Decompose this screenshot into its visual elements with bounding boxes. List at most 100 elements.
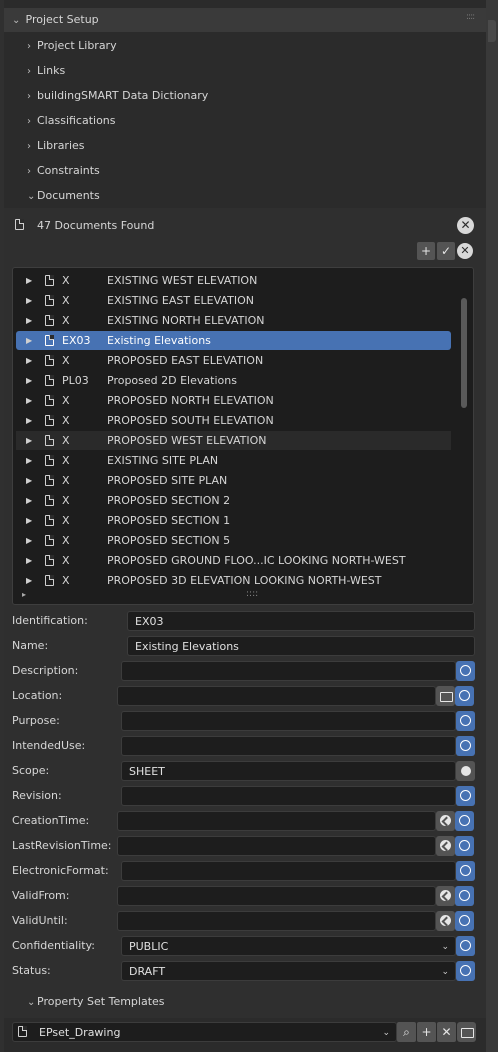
expand-triangle-icon[interactable]: ▶	[26, 271, 32, 290]
document-name: PROPOSED NORTH ELEVATION	[107, 394, 274, 407]
list-item[interactable]: ▶ X PROPOSED SITE PLAN	[16, 471, 451, 490]
expand-triangle-icon[interactable]: ▶	[26, 551, 32, 570]
list-item[interactable]: ▶ X PROPOSED NORTH ELEVATION	[16, 391, 451, 410]
expand-triangle-icon[interactable]: ▶	[26, 411, 32, 430]
search-button[interactable]: ⌕	[397, 1022, 416, 1042]
circle-toggle-icon[interactable]	[456, 961, 475, 981]
expand-triangle-icon[interactable]: ▶	[26, 371, 32, 390]
expand-arrow-icon[interactable]: ▸	[22, 590, 26, 599]
list-item[interactable]: ▶ X PROPOSED EAST ELEVATION	[16, 351, 451, 370]
panel-scroll-strip[interactable]	[486, 0, 498, 1052]
list-item[interactable]: ▶ EX03 Existing Elevations	[16, 331, 451, 350]
list-item[interactable]: ▶ PL03 Proposed 2D Elevations	[16, 371, 451, 390]
add-pset-button[interactable]: +	[417, 1022, 436, 1042]
subpanel-constraints[interactable]: › Constraints	[27, 164, 100, 177]
expand-triangle-icon[interactable]: ▶	[26, 291, 32, 310]
expand-triangle-icon[interactable]: ▶	[26, 511, 32, 530]
clock-icon[interactable]	[436, 886, 455, 906]
drag-grip-icon[interactable]: ::::	[466, 12, 475, 22]
circle-toggle-icon[interactable]	[456, 936, 475, 956]
intended-use-field[interactable]	[121, 736, 456, 756]
filled-circle-icon[interactable]	[456, 761, 475, 781]
confidentiality-field[interactable]: PUBLIC ⌄	[121, 936, 456, 956]
confirm-button[interactable]: ✓	[437, 242, 455, 260]
valid-from-field[interactable]	[117, 886, 436, 906]
clock-icon[interactable]	[436, 911, 455, 931]
clock-icon[interactable]	[436, 811, 455, 831]
circle-toggle-icon[interactable]	[455, 886, 474, 906]
expand-triangle-icon[interactable]: ▶	[26, 571, 32, 590]
circle-toggle-icon[interactable]	[455, 836, 474, 856]
expand-triangle-icon[interactable]: ▶	[26, 351, 32, 370]
name-field[interactable]: Existing Elevations	[127, 636, 475, 656]
clock-icon[interactable]	[436, 836, 455, 856]
expand-triangle-icon[interactable]: ▶	[26, 491, 32, 510]
list-item[interactable]: ▶ X PROPOSED SECTION 5	[16, 531, 451, 550]
document-icon	[45, 495, 54, 506]
expand-triangle-icon[interactable]: ▶	[26, 311, 32, 330]
expand-triangle-icon[interactable]: ▶	[26, 451, 32, 470]
electronic-format-label: ElectronicFormat:	[12, 864, 109, 877]
chevron-down-icon: ⌄	[382, 1028, 390, 1038]
creation-time-field[interactable]	[117, 811, 436, 831]
document-icon	[45, 295, 54, 306]
subpanel-project-library[interactable]: › Project Library	[27, 39, 117, 52]
cancel-button[interactable]: ✕	[457, 243, 473, 259]
list-scrollbar[interactable]	[461, 298, 467, 408]
list-item[interactable]: ▶ X PROPOSED SOUTH ELEVATION	[16, 411, 451, 430]
status-field[interactable]: DRAFT ⌄	[121, 961, 456, 981]
revision-field[interactable]	[121, 786, 456, 806]
folder-icon[interactable]	[436, 686, 455, 706]
electronic-format-field[interactable]	[121, 861, 456, 881]
list-item[interactable]: ▶ X PROPOSED GROUND FLOO...IC LOOKING NORT…	[16, 551, 451, 570]
circle-toggle-icon[interactable]	[455, 686, 474, 706]
circle-toggle-icon[interactable]	[456, 861, 475, 881]
chevron-down-icon: ⌄	[27, 997, 36, 1008]
subpanel-libraries[interactable]: › Libraries	[27, 139, 85, 152]
expand-triangle-icon[interactable]: ▶	[26, 471, 32, 490]
list-item[interactable]: ▶ X EXISTING SITE PLAN	[16, 451, 451, 470]
expand-triangle-icon[interactable]: ▶	[26, 391, 32, 410]
circle-toggle-icon[interactable]	[456, 661, 475, 681]
list-item[interactable]: ▶ X EXISTING EAST ELEVATION	[16, 291, 451, 310]
expand-triangle-icon[interactable]: ▶	[26, 531, 32, 550]
expand-triangle-icon[interactable]: ▶	[26, 331, 32, 350]
list-item[interactable]: ▶ X PROPOSED SECTION 1	[16, 511, 451, 530]
document-identification: X	[62, 414, 70, 427]
pset-header[interactable]: ⌄ Property Set Templates	[27, 995, 165, 1008]
description-field[interactable]	[121, 661, 456, 681]
subpanel-classifications[interactable]: › Classifications	[27, 114, 116, 127]
identification-field[interactable]: EX03	[127, 611, 475, 631]
circle-toggle-icon[interactable]	[455, 911, 474, 931]
subpanel-links[interactable]: › Links	[27, 64, 65, 77]
last-revision-time-field[interactable]	[117, 836, 436, 856]
close-documents-button[interactable]: ✕	[457, 217, 474, 234]
circle-toggle-icon[interactable]	[456, 736, 475, 756]
chevron-right-icon: ›	[27, 116, 31, 127]
panel-tab-handle[interactable]	[488, 20, 496, 42]
location-field[interactable]	[117, 686, 436, 706]
scope-field[interactable]: SHEET	[121, 761, 456, 781]
list-item[interactable]: ▶ X PROPOSED SECTION 2	[16, 491, 451, 510]
subpanel-documents[interactable]: ⌄ Documents	[27, 189, 100, 202]
list-item[interactable]: ▶ X EXISTING NORTH ELEVATION	[16, 311, 451, 330]
circle-toggle-icon[interactable]	[455, 811, 474, 831]
add-document-button[interactable]: +	[417, 242, 435, 260]
pset-select[interactable]: EPset_Drawing ⌄	[12, 1022, 397, 1042]
folder-button[interactable]	[457, 1022, 476, 1042]
project-setup-header-label[interactable]: ⌄ Project Setup	[12, 13, 99, 26]
last-revision-time-label: LastRevisionTime:	[12, 839, 112, 852]
purpose-field[interactable]	[121, 711, 456, 731]
circle-toggle-icon[interactable]	[456, 711, 475, 731]
name-label: Name:	[12, 639, 49, 652]
valid-until-field[interactable]	[117, 911, 436, 931]
remove-pset-button[interactable]: ✕	[437, 1022, 456, 1042]
document-icon	[45, 395, 54, 406]
list-item[interactable]: ▶ X EXISTING WEST ELEVATION	[16, 271, 451, 290]
list-item[interactable]: ▶ X PROPOSED 3D ELEVATION LOOKING NORTH-WE…	[16, 571, 451, 590]
subpanel-bsdd[interactable]: › buildingSMART Data Dictionary	[27, 89, 208, 102]
expand-triangle-icon[interactable]: ▶	[26, 431, 32, 450]
resize-grip-icon[interactable]: ::::	[246, 589, 258, 599]
list-item[interactable]: ▶ X PROPOSED WEST ELEVATION	[16, 431, 451, 450]
circle-toggle-icon[interactable]	[456, 786, 475, 806]
